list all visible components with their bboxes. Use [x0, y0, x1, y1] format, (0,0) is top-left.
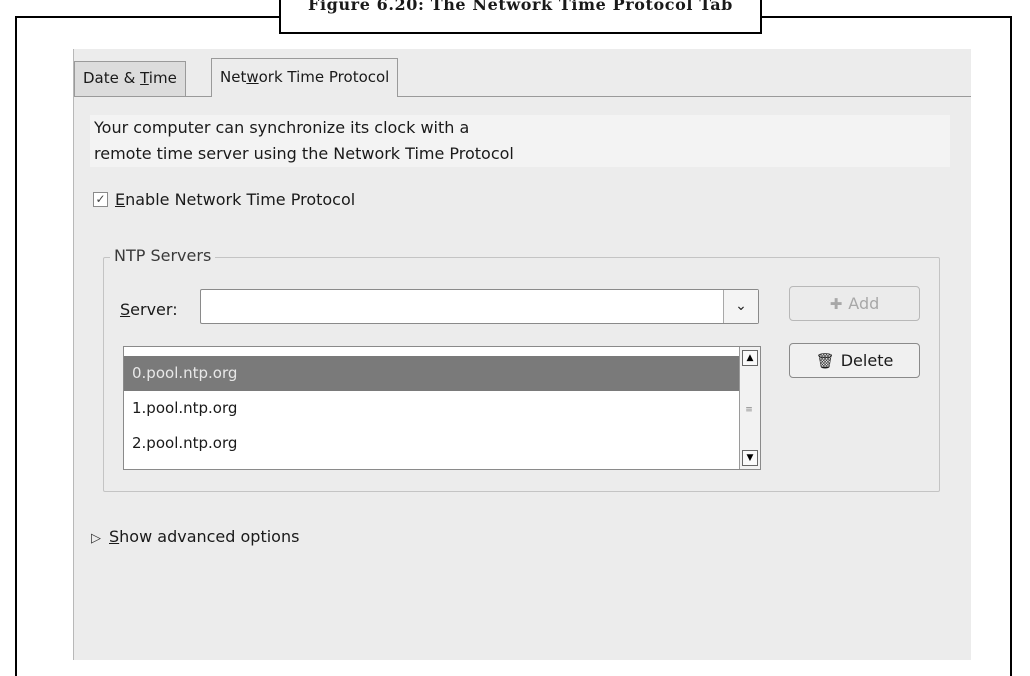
- list-item[interactable]: 1.pool.ntp.org: [124, 391, 740, 426]
- tab-divider: [74, 96, 971, 97]
- show-advanced-options[interactable]: ▷ Show advanced options: [91, 525, 299, 549]
- scroll-up-arrow-icon[interactable]: ▲: [742, 350, 758, 366]
- list-item[interactable]: 2.pool.ntp.org: [124, 426, 740, 461]
- chevron-down-icon[interactable]: ⌄: [723, 290, 758, 323]
- enable-ntp-checkbox[interactable]: ✓: [93, 192, 108, 207]
- list-item[interactable]: 0.pool.ntp.org: [124, 356, 740, 391]
- plus-icon: ✚: [829, 295, 843, 313]
- ntp-description: Your computer can synchronize its clock …: [90, 115, 950, 167]
- advanced-options-label[interactable]: Show advanced options: [109, 527, 299, 546]
- scroll-down-arrow-icon[interactable]: ▼: [742, 450, 758, 466]
- ntp-servers-legend: NTP Servers: [110, 245, 216, 267]
- tab-bar: Date & Time Network Time Protocol: [74, 49, 971, 97]
- add-server-button[interactable]: ✚ Add: [789, 286, 920, 321]
- delete-server-button[interactable]: 🗑 Delete: [789, 343, 920, 378]
- list-scrollbar[interactable]: ▲ ≡ ▼: [739, 347, 760, 469]
- scroll-thumb[interactable]: ≡: [743, 402, 755, 418]
- server-input[interactable]: [205, 294, 719, 321]
- triangle-right-icon[interactable]: ▷: [91, 527, 101, 551]
- description-line-1: Your computer can synchronize its clock …: [94, 118, 470, 137]
- enable-ntp-label[interactable]: Enable Network Time Protocol: [115, 188, 355, 212]
- ntp-server-list[interactable]: 0.pool.ntp.org 1.pool.ntp.org 2.pool.ntp…: [123, 346, 761, 470]
- tab-date-time[interactable]: Date & Time: [74, 61, 186, 96]
- tab-network-time-protocol[interactable]: Network Time Protocol: [211, 58, 399, 97]
- tab-date-time-label: Date & Time: [83, 69, 177, 87]
- server-label: Server:: [120, 300, 178, 319]
- trash-icon: 🗑: [815, 352, 835, 370]
- add-button-label: Add: [848, 294, 880, 313]
- server-combobox[interactable]: ⌄: [200, 289, 759, 324]
- delete-button-label: Delete: [840, 351, 894, 370]
- description-line-2: remote time server using the Network Tim…: [94, 144, 514, 163]
- figure-caption: Figure 6.20: The Network Time Protocol T…: [279, 0, 762, 34]
- tab-ntp-label: Network Time Protocol: [220, 68, 390, 86]
